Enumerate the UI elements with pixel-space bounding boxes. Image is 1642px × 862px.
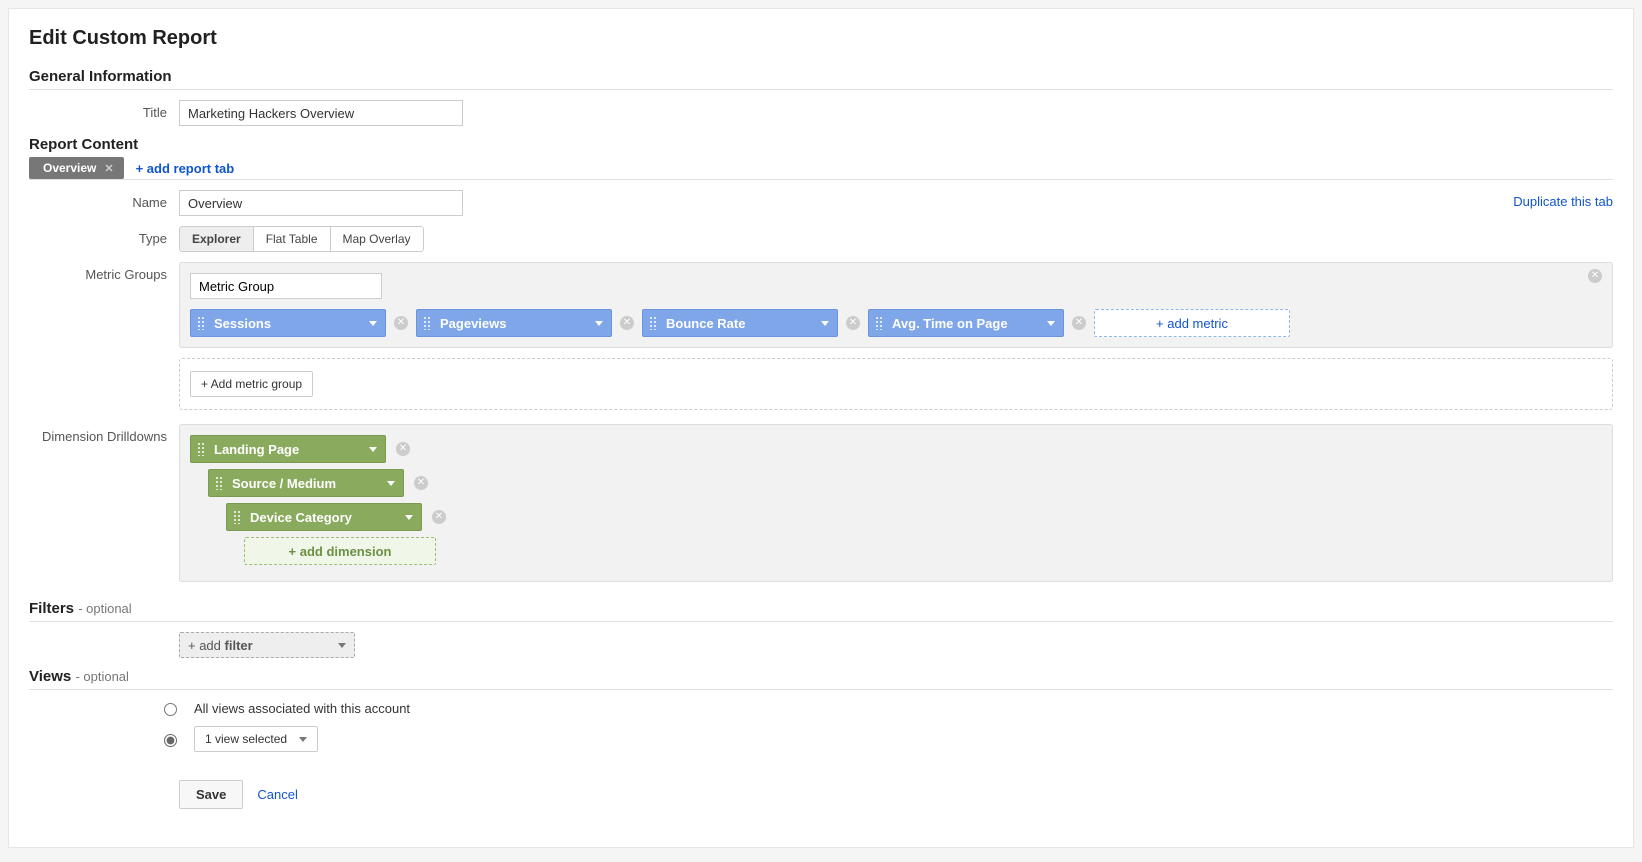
drag-handle-icon[interactable] xyxy=(197,316,206,330)
save-button[interactable]: Save xyxy=(179,780,243,809)
title-input[interactable] xyxy=(179,100,463,126)
divider xyxy=(29,89,1613,90)
views-label: Views xyxy=(29,668,71,685)
add-dimension-button[interactable]: + add dimension xyxy=(244,537,436,565)
dimension-chip-device-category[interactable]: Device Category xyxy=(226,503,422,531)
drag-handle-icon[interactable] xyxy=(875,316,884,330)
drag-handle-icon[interactable] xyxy=(233,510,242,524)
page-title: Edit Custom Report xyxy=(29,27,1613,50)
page-container: Edit Custom Report General Information T… xyxy=(8,8,1634,848)
view-selected-label: 1 view selected xyxy=(205,732,287,746)
dimension-drilldowns-label: Dimension Drilldowns xyxy=(29,424,179,450)
type-flat-table-button[interactable]: Flat Table xyxy=(254,226,331,252)
add-filter-label: + add filter xyxy=(188,638,253,653)
add-metric-button[interactable]: + add metric xyxy=(1094,309,1290,337)
dimension-panel: Landing Page ✕ Source / Medium ✕ xyxy=(179,424,1613,582)
duplicate-tab-link[interactable]: Duplicate this tab xyxy=(1513,194,1613,209)
name-label: Name xyxy=(29,190,179,216)
metric-chip-pageviews[interactable]: Pageviews xyxy=(416,309,612,337)
remove-dimension-icon[interactable]: ✕ xyxy=(432,510,446,524)
views-all-radio[interactable] xyxy=(164,703,177,716)
add-report-tab-link[interactable]: + add report tab xyxy=(136,161,235,176)
metric-chips-row: Sessions ✕ Pageviews ✕ xyxy=(190,309,1602,337)
filters-label: Filters xyxy=(29,600,74,617)
remove-metric-icon[interactable]: ✕ xyxy=(394,316,408,330)
metric-group-name-input[interactable] xyxy=(190,273,382,299)
chevron-down-icon xyxy=(369,447,377,452)
view-selected-dropdown[interactable]: 1 view selected xyxy=(194,726,318,752)
add-filter-dropdown[interactable]: + add filter xyxy=(179,632,355,658)
section-views: Views - optional xyxy=(29,668,1613,685)
type-map-overlay-button[interactable]: Map Overlay xyxy=(331,226,424,252)
metric-groups-label: Metric Groups xyxy=(29,262,179,288)
remove-dimension-icon[interactable]: ✕ xyxy=(414,476,428,490)
title-label: Title xyxy=(29,100,179,126)
remove-metric-icon[interactable]: ✕ xyxy=(1072,316,1086,330)
section-filters: Filters - optional xyxy=(29,600,1613,617)
tab-name-input[interactable] xyxy=(179,190,463,216)
type-toggle-group: Explorer Flat Table Map Overlay xyxy=(179,226,424,252)
divider xyxy=(29,621,1613,622)
optional-label: - optional xyxy=(78,601,131,616)
chevron-down-icon xyxy=(369,321,377,326)
remove-metric-group-icon[interactable]: ✕ xyxy=(1588,269,1602,283)
remove-metric-icon[interactable]: ✕ xyxy=(846,316,860,330)
close-icon[interactable]: ✕ xyxy=(104,162,113,175)
chevron-down-icon xyxy=(299,737,307,742)
section-general-information: General Information xyxy=(29,68,1613,85)
cancel-link[interactable]: Cancel xyxy=(257,787,297,802)
report-tab-overview[interactable]: Overview ✕ xyxy=(29,157,124,179)
add-metric-group-panel: + Add metric group xyxy=(179,358,1613,410)
chevron-down-icon xyxy=(1047,321,1055,326)
metric-chip-label: Avg. Time on Page xyxy=(892,316,1041,331)
type-explorer-button[interactable]: Explorer xyxy=(179,226,254,252)
dimension-chip-landing-page[interactable]: Landing Page xyxy=(190,435,386,463)
type-label: Type xyxy=(29,226,179,252)
chevron-down-icon xyxy=(405,515,413,520)
views-all-label: All views associated with this account xyxy=(194,701,410,716)
views-selected-radio[interactable] xyxy=(164,734,177,747)
add-metric-group-button[interactable]: + Add metric group xyxy=(190,371,313,397)
dimension-chip-label: Source / Medium xyxy=(232,476,381,491)
section-report-content: Report Content xyxy=(29,136,1613,153)
metric-chip-sessions[interactable]: Sessions xyxy=(190,309,386,337)
report-tab-label: Overview xyxy=(43,161,96,175)
drag-handle-icon[interactable] xyxy=(649,316,658,330)
dimension-chip-label: Device Category xyxy=(250,510,399,525)
drag-handle-icon[interactable] xyxy=(197,442,206,456)
metric-group-panel: ✕ Sessions ✕ Pageviews xyxy=(179,262,1613,348)
metric-chip-label: Sessions xyxy=(214,316,363,331)
chevron-down-icon xyxy=(338,643,346,648)
dimension-chip-label: Landing Page xyxy=(214,442,363,457)
dimension-chip-source-medium[interactable]: Source / Medium xyxy=(208,469,404,497)
chevron-down-icon xyxy=(821,321,829,326)
drag-handle-icon[interactable] xyxy=(215,476,224,490)
optional-label: - optional xyxy=(75,669,128,684)
metric-chip-bounce-rate[interactable]: Bounce Rate xyxy=(642,309,838,337)
remove-dimension-icon[interactable]: ✕ xyxy=(396,442,410,456)
metric-chip-avg-time[interactable]: Avg. Time on Page xyxy=(868,309,1064,337)
actions-row: Save Cancel xyxy=(179,780,1613,809)
chevron-down-icon xyxy=(387,481,395,486)
chevron-down-icon xyxy=(595,321,603,326)
metric-chip-label: Pageviews xyxy=(440,316,589,331)
drag-handle-icon[interactable] xyxy=(423,316,432,330)
metric-chip-label: Bounce Rate xyxy=(666,316,815,331)
divider xyxy=(29,689,1613,690)
remove-metric-icon[interactable]: ✕ xyxy=(620,316,634,330)
